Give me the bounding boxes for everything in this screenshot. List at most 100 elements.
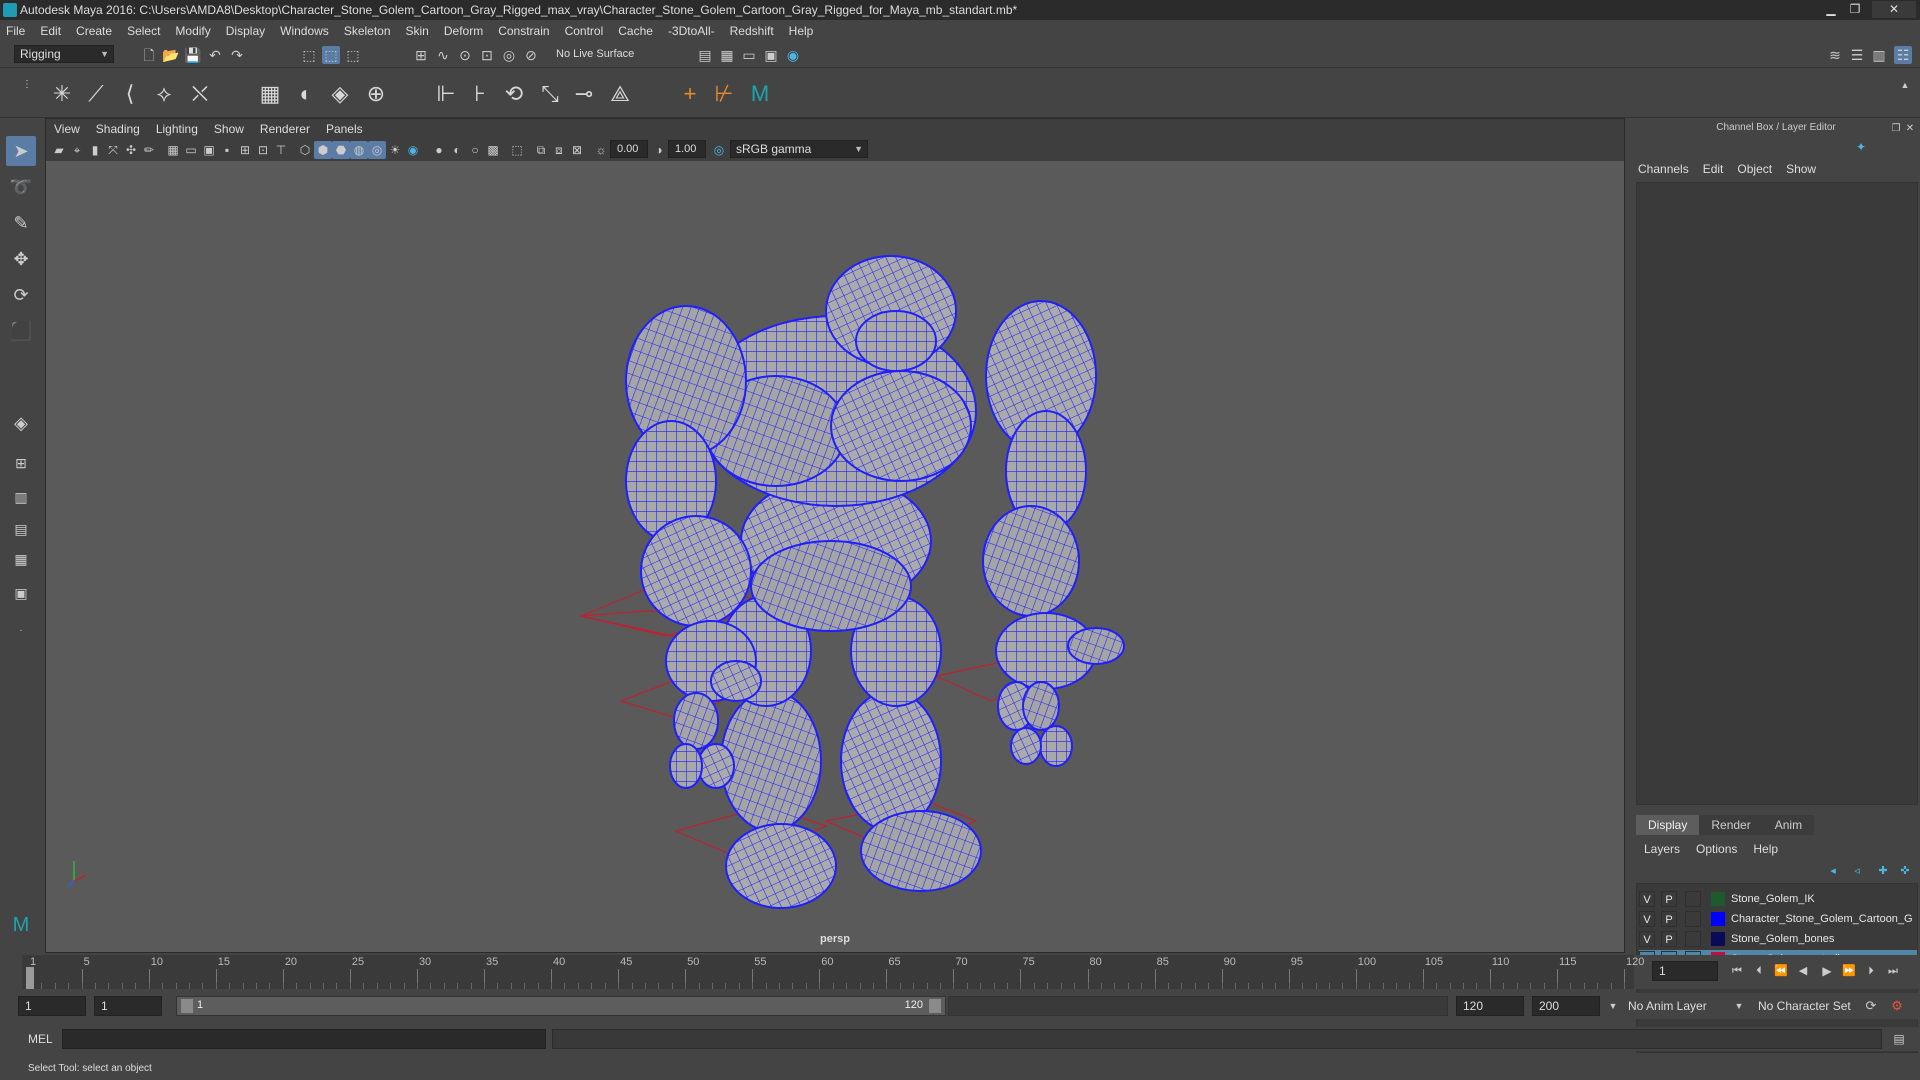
viewport-menu-view[interactable]: View (54, 122, 80, 136)
move-tool-icon[interactable]: ✥ (6, 244, 36, 274)
hypershade-layout-icon[interactable]: ▣ (6, 578, 36, 608)
lasso-tool-icon[interactable]: ➰ (6, 172, 36, 202)
range-slider-bar[interactable]: 1 120 (176, 996, 946, 1016)
render-settings-icon[interactable]: ▤ (696, 46, 714, 64)
menu-redshift[interactable]: Redshift (730, 24, 774, 38)
tab-anim[interactable]: Anim (1762, 815, 1815, 835)
layout-more-icon[interactable]: · (6, 616, 36, 646)
edit-menu[interactable]: Edit (1703, 162, 1724, 176)
step-forward-frame-icon[interactable]: ⏵ (1862, 962, 1880, 980)
menu-constrain[interactable]: Constrain (498, 24, 549, 38)
bind-skin-icon[interactable]: ▦ (256, 80, 284, 108)
menu-skeleton[interactable]: Skeleton (344, 24, 391, 38)
live-surface-label[interactable]: No Live Surface (556, 48, 634, 60)
play-forward-icon[interactable]: ▶ (1818, 962, 1836, 980)
viewport-menu-renderer[interactable]: Renderer (260, 122, 310, 136)
aim-constraint-icon[interactable]: ⊸ (570, 80, 598, 108)
film-gate-icon[interactable]: ▭ (182, 141, 200, 159)
menu-control[interactable]: Control (565, 24, 604, 38)
maya-logo-icon[interactable]: M (746, 80, 774, 108)
float-panel-icon[interactable]: ❐ (1890, 120, 1902, 138)
new-layer-from-selection-icon[interactable]: ✜ (1896, 862, 1914, 880)
viewport-menu-lighting[interactable]: Lighting (156, 122, 198, 136)
motion-blur-icon[interactable]: ● (430, 141, 448, 159)
tab-display[interactable]: Display (1636, 815, 1700, 835)
paint-select-tool-icon[interactable]: ✎ (6, 208, 36, 238)
exposure-icon[interactable]: ☼ (592, 141, 610, 159)
ik-handle-icon[interactable]: ⟋ (82, 80, 110, 108)
viewport-menu-show[interactable]: Show (214, 122, 244, 136)
go-to-end-icon[interactable]: ⏭ (1884, 962, 1902, 980)
open-scene-icon[interactable]: 📂 (162, 46, 180, 64)
snap-view-icon[interactable]: ⊡ (478, 46, 496, 64)
scale-constraint-icon[interactable]: ⤡ (536, 80, 564, 108)
menu-skin[interactable]: Skin (406, 24, 429, 38)
depth-of-field-icon[interactable]: ○ (466, 141, 484, 159)
safe-title-icon[interactable]: ⊤ (272, 141, 290, 159)
menu-set-dropdown[interactable]: Rigging ▼ (14, 45, 114, 63)
snap-surface-icon[interactable]: ◎ (500, 46, 518, 64)
channel-list-area[interactable] (1636, 182, 1918, 805)
menu-file[interactable]: File (6, 24, 25, 38)
paint-weights-icon[interactable]: ◐ (292, 80, 320, 108)
move-layer-up-icon[interactable]: ◂ (1824, 862, 1842, 880)
playback-start-field[interactable]: 1 (94, 996, 162, 1016)
menu-edit[interactable]: Edit (40, 24, 61, 38)
hik-icon[interactable]: ⛌ (186, 80, 214, 108)
menu-create[interactable]: Create (76, 24, 112, 38)
set-driven-key-icon[interactable]: ⊬ (710, 80, 738, 108)
mel-label[interactable]: MEL (28, 1032, 53, 1046)
layer-color-swatch[interactable] (1711, 932, 1725, 946)
safe-action-icon[interactable]: ⊡ (254, 141, 272, 159)
preferences-icon[interactable]: ⚙ (1888, 997, 1906, 1015)
auto-key-icon[interactable]: ⟳ (1862, 997, 1880, 1015)
move-layer-down-icon[interactable]: ◃ (1848, 862, 1866, 880)
play-backward-icon[interactable]: ◀ (1794, 962, 1812, 980)
script-editor-icon[interactable]: ▤ (1890, 1030, 1908, 1048)
ipr-render-icon[interactable]: ▭ (740, 46, 758, 64)
snap-live-icon[interactable]: ⊘ (522, 46, 540, 64)
add-attribute-icon[interactable]: + (676, 80, 704, 108)
gate-mask-icon[interactable]: ▪ (218, 141, 236, 159)
object-menu[interactable]: Object (1737, 162, 1772, 176)
render-view-icon[interactable]: ▦ (718, 46, 736, 64)
scale-tool-icon[interactable]: ⬛ (6, 316, 36, 346)
tab-render[interactable]: Render (1699, 815, 1763, 835)
snap-curve-icon[interactable]: ∿ (434, 46, 452, 64)
joint-tool-icon[interactable]: ✳ (48, 80, 76, 108)
layers-menu[interactable]: Layers (1644, 842, 1680, 856)
channel-box-option-icon[interactable]: ✦ (1852, 138, 1870, 156)
layer-color-swatch[interactable] (1711, 892, 1725, 906)
layer-playback-toggle[interactable]: P (1661, 891, 1677, 907)
snap-grid-icon[interactable]: ⊞ (412, 46, 430, 64)
parent-constraint-icon[interactable]: ⊩ (432, 80, 460, 108)
channels-menu[interactable]: Channels (1638, 162, 1689, 176)
isolate-select-icon[interactable]: ⬚ (508, 141, 526, 159)
shelf-menu-icon[interactable]: ⋮ (18, 76, 36, 94)
color-space-dropdown[interactable]: sRGB gamma ▼ (730, 140, 868, 158)
backface-culling-icon[interactable]: ⊠ (568, 141, 586, 159)
bookmark-icon[interactable]: ▮ (86, 141, 104, 159)
viewport-canvas[interactable]: persp (46, 161, 1624, 952)
current-time-marker[interactable] (26, 967, 34, 989)
layer-display-type-toggle[interactable] (1685, 911, 1701, 927)
image-plane-icon[interactable]: ⤧ (104, 141, 122, 159)
go-to-start-icon[interactable]: ⏮ (1728, 962, 1746, 980)
range-options-chevron-icon[interactable]: ▼ (1604, 997, 1622, 1015)
ambient-occlusion-icon[interactable]: ◉ (404, 141, 422, 159)
menu-windows[interactable]: Windows (280, 24, 329, 38)
layer-visibility-toggle[interactable]: V (1639, 931, 1655, 947)
layer-display-type-toggle[interactable] (1685, 891, 1701, 907)
menu-deform[interactable]: Deform (444, 24, 483, 38)
gamma-field[interactable]: 1.00 (668, 140, 706, 158)
time-ruler[interactable]: 1 5 10 15 20 25 30 35 40 45 50 55 60 65 70 75 80 85 90 95 10… (22, 955, 1644, 989)
rotate-tool-icon[interactable]: ⟳ (6, 280, 36, 310)
camera-attributes-icon[interactable]: ⌖ (68, 141, 86, 159)
select-hierarchy-icon[interactable]: ⬚ (300, 46, 318, 64)
options-menu[interactable]: Options (1696, 842, 1737, 856)
menu-3dtoall[interactable]: -3DtoAll- (668, 24, 715, 38)
minimize-button[interactable]: ▁ (1820, 1, 1842, 18)
gamma-icon[interactable]: ◑ (650, 141, 668, 159)
layer-row[interactable]: V P Stone_Golem_IK (1639, 890, 1917, 908)
mel-command-input[interactable] (62, 1029, 546, 1049)
